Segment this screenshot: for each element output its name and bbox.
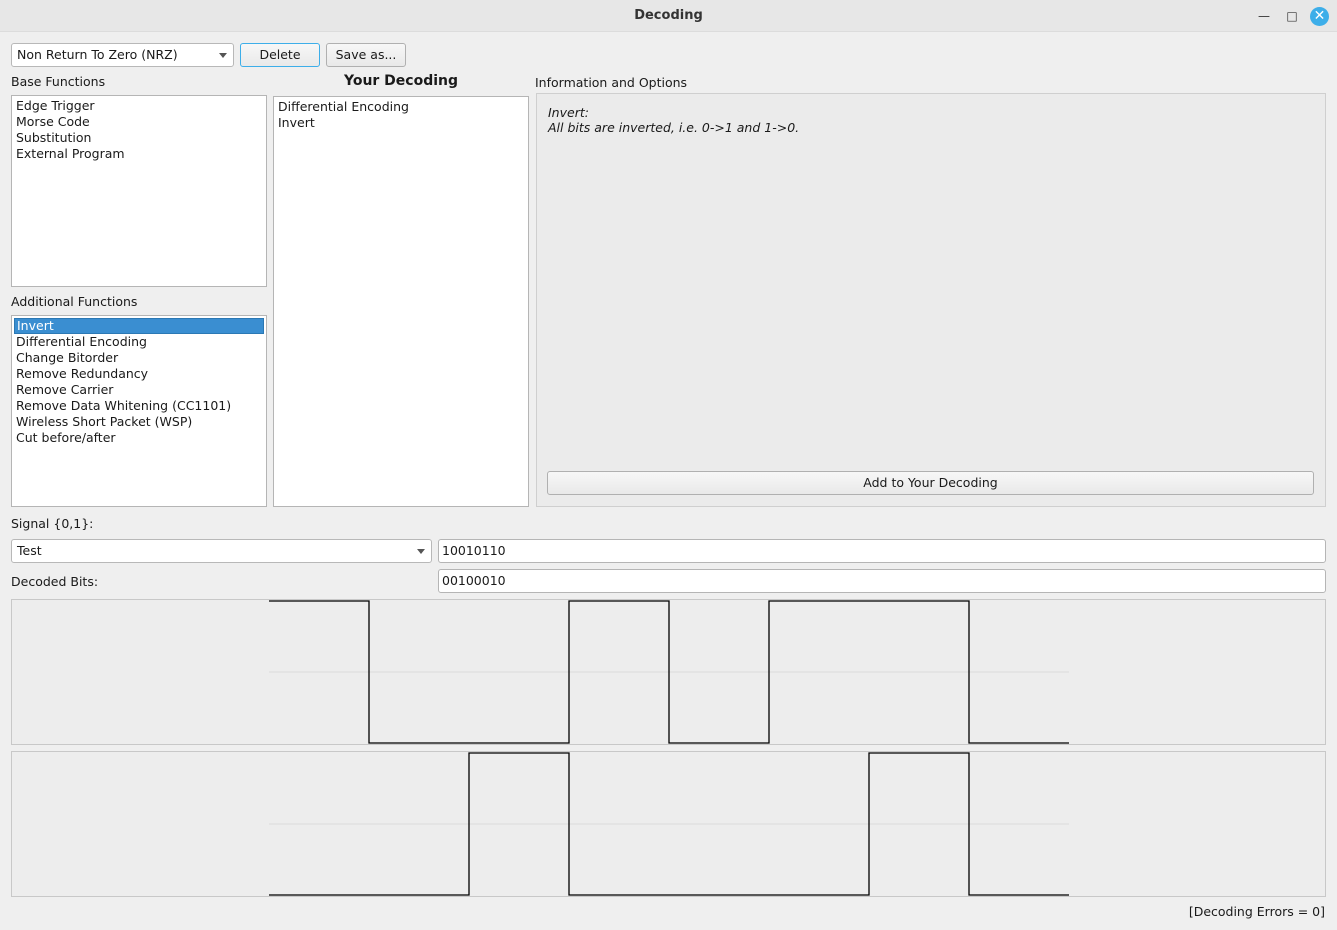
signal-bits-input[interactable]: 10010110 xyxy=(438,539,1326,563)
signal-waveform xyxy=(269,600,1069,744)
decoded-bits-label: Decoded Bits: xyxy=(11,574,99,589)
signal-plot xyxy=(11,599,1326,745)
list-item[interactable]: Remove Carrier xyxy=(14,382,264,398)
window-title: Decoding xyxy=(634,8,703,23)
additional-functions-list[interactable]: Invert Differential Encoding Change Bito… xyxy=(11,315,267,507)
list-item[interactable]: Substitution xyxy=(14,130,264,146)
chevron-down-icon xyxy=(219,53,227,58)
signal-select[interactable]: Test xyxy=(11,539,432,563)
delete-button[interactable]: Delete xyxy=(240,43,320,67)
chevron-down-icon xyxy=(417,549,425,554)
your-decoding-list[interactable]: Differential Encoding Invert xyxy=(273,96,529,507)
decoded-waveform xyxy=(269,752,1069,896)
base-functions-label: Base Functions xyxy=(11,74,106,89)
list-item[interactable]: External Program xyxy=(14,146,264,162)
list-item[interactable]: Cut before/after xyxy=(14,430,264,446)
info-panel xyxy=(536,93,1326,507)
list-item[interactable]: Differential Encoding xyxy=(276,99,526,115)
decoded-plot xyxy=(11,751,1326,897)
close-icon[interactable]: ✕ xyxy=(1310,7,1329,26)
decoding-select-value: Non Return To Zero (NRZ) xyxy=(17,47,178,62)
list-item-selected[interactable]: Invert xyxy=(14,318,264,334)
add-to-decoding-button[interactable]: Add to Your Decoding xyxy=(547,471,1314,495)
list-item[interactable]: Differential Encoding xyxy=(14,334,264,350)
info-description: All bits are inverted, i.e. 0->1 and 1->… xyxy=(548,120,800,135)
minimize-icon[interactable]: — xyxy=(1256,8,1272,24)
save-as-button[interactable]: Save as... xyxy=(326,43,406,67)
your-decoding-label: Your Decoding xyxy=(343,73,459,89)
additional-functions-label: Additional Functions xyxy=(11,294,138,309)
list-item[interactable]: Wireless Short Packet (WSP) xyxy=(14,414,264,430)
list-item[interactable]: Edge Trigger xyxy=(14,98,264,114)
list-item[interactable]: Morse Code xyxy=(14,114,264,130)
signal-select-value: Test xyxy=(17,543,42,558)
list-item[interactable]: Remove Redundancy xyxy=(14,366,264,382)
base-functions-list[interactable]: Edge Trigger Morse Code Substitution Ext… xyxy=(11,95,267,287)
signal-label: Signal {0,1}: xyxy=(11,516,94,531)
list-item[interactable]: Remove Data Whitening (CC1101) xyxy=(14,398,264,414)
maximize-icon[interactable]: □ xyxy=(1284,8,1300,24)
decoding-errors-status: [Decoding Errors = 0] xyxy=(1188,904,1325,919)
list-item[interactable]: Invert xyxy=(276,115,526,131)
info-label: Information and Options xyxy=(535,75,688,90)
decoding-select[interactable]: Non Return To Zero (NRZ) xyxy=(11,43,234,67)
decoded-bits-field: 00100010 xyxy=(438,569,1326,593)
info-title: Invert: xyxy=(548,105,589,120)
list-item[interactable]: Change Bitorder xyxy=(14,350,264,366)
